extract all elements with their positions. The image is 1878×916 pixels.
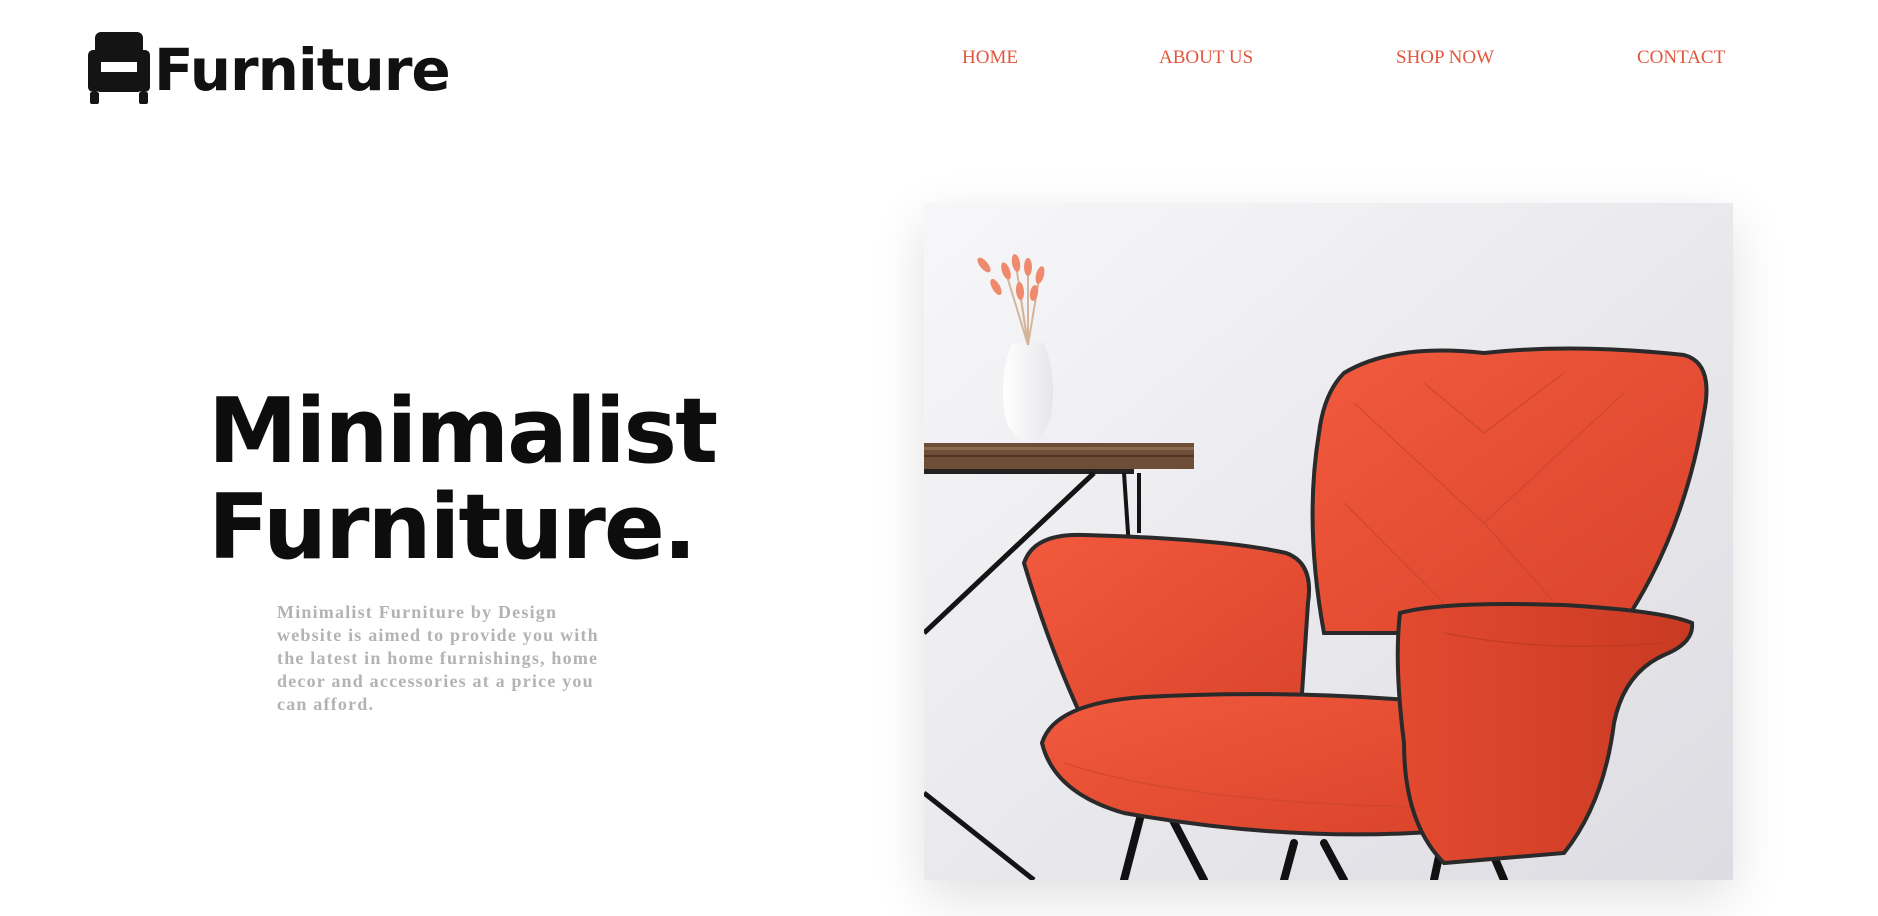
main-nav: HOME ABOUT US SHOP NOW CONTACT <box>0 46 1878 70</box>
nav-about-link[interactable]: ABOUT US <box>1159 46 1253 70</box>
hero-image <box>924 203 1733 880</box>
nav-home-link[interactable]: HOME <box>962 46 1018 70</box>
nav-contact-link[interactable]: CONTACT <box>1637 46 1725 70</box>
hero-title-line-2: Furniture. <box>208 475 697 580</box>
hero-title: Minimalist Furniture. <box>208 379 718 580</box>
hero-description: Minimalist Furniture by Design website i… <box>277 602 599 714</box>
nav-shop-link[interactable]: SHOP NOW <box>1396 46 1494 70</box>
armchair-photo <box>924 203 1733 880</box>
hero-title-line-1: Minimalist <box>208 379 718 484</box>
